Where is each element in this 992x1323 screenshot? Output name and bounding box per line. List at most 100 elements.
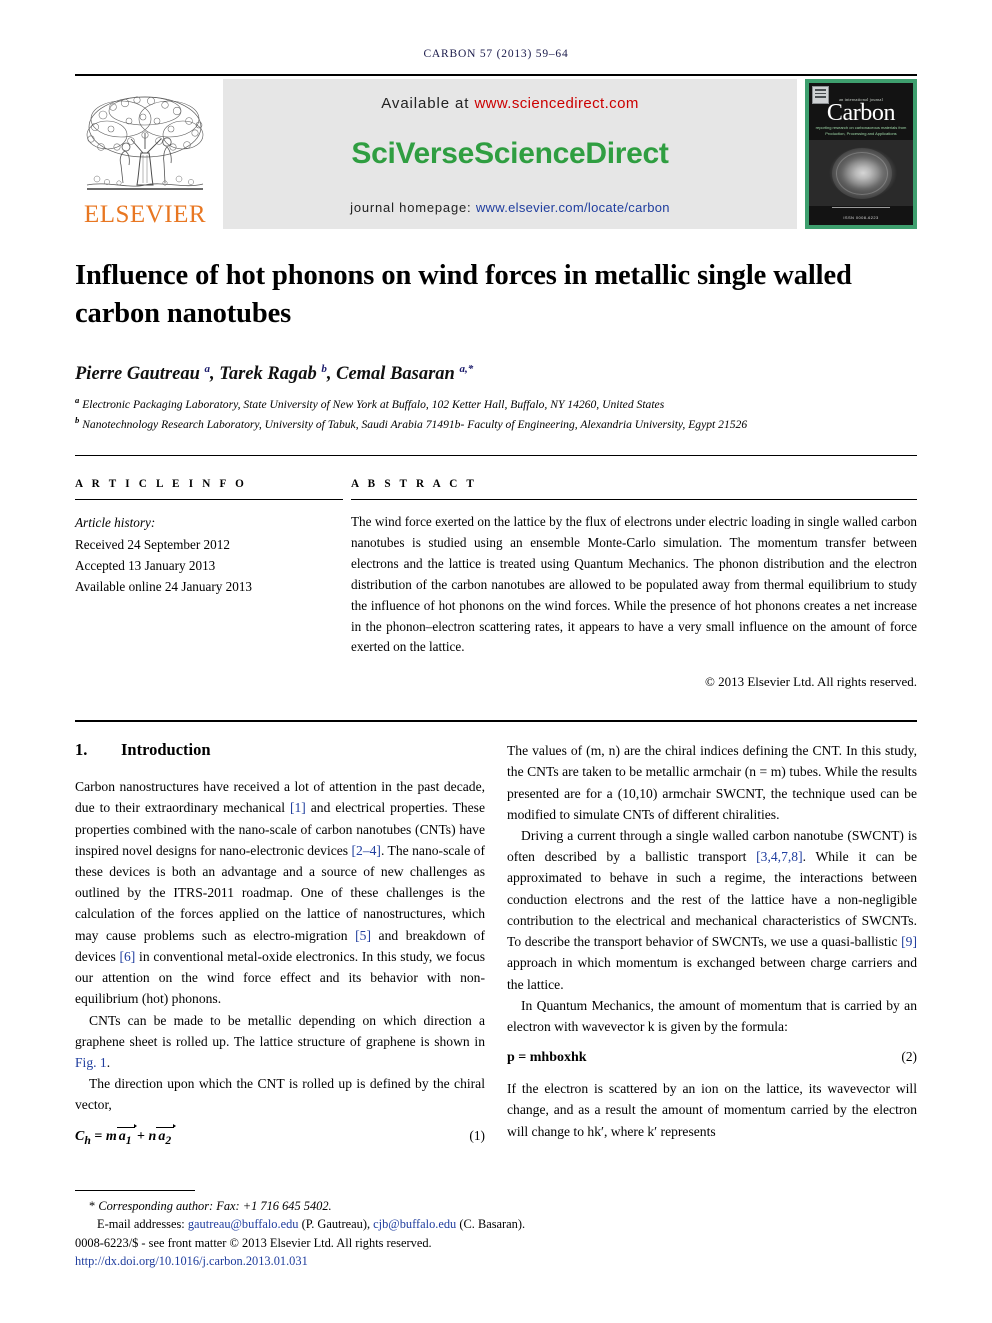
citation-1[interactable]: [1] [290,800,306,815]
sciencedirect-word: ScienceDirect [474,137,669,170]
article-history: Article history: Received 24 September 2… [75,512,343,598]
cover-title: Carbon [826,100,896,126]
cover-strapline: reporting research on carbonaceous mater… [815,125,907,136]
citation-2-4[interactable]: [2–4] [352,843,381,858]
abstract-column: A B S T R A C T The wind force exerted o… [351,478,917,690]
eq1-equals: = [94,1128,103,1144]
body-column-right: The values of (m, n) are the chiral indi… [507,740,917,1146]
abstract-heading: A B S T R A C T [351,478,478,491]
author-list: Pierre Gautreau a, Tarek Ragab b, Cemal … [75,362,474,384]
abstract-rule [351,499,917,501]
eq1-n: n [148,1128,157,1144]
intro-p2-b: . [106,1054,111,1070]
paragraph-intro-1: Carbon nanostructures have received a lo… [75,776,485,1009]
section-number: 1. [75,740,88,760]
email-addresses-line: E-mail addresses: gautreau@buffalo.edu (… [75,1215,917,1234]
eq1-vector-a2: a2 [156,1123,176,1147]
equation-1-number: (1) [469,1127,485,1143]
right-p3-text: In Quantum Mechanics, the amount of mome… [507,997,917,1034]
article-info-rule [75,499,343,501]
eq1-vector-a1: a1 [116,1123,137,1147]
affiliation-b: b Nanotechnology Research Laboratory, Un… [75,414,917,434]
paragraph-right-1: The values of (m, n) are the chiral indi… [507,740,917,825]
affiliation-a: a Electronic Packaging Laboratory, State… [75,394,917,414]
email-addresses-label: E-mail addresses: [97,1217,185,1232]
running-head-volume: 57 (2013) 59–64 [479,48,569,60]
intro-p3-text: The direction upon which the CNT is roll… [75,1076,485,1113]
journal-homepage-label: journal homepage: [350,200,472,215]
journal-cover-thumbnail[interactable]: an international journal Carbon reportin… [805,79,917,229]
eq1-Ch: Ch [75,1128,91,1147]
header-rule [75,74,917,76]
footnote-rule [75,1189,195,1191]
email-name-basaran: (C. Basaran). [459,1217,526,1232]
affiliation-marker-b: b [75,414,80,425]
article-accepted-date: Accepted 13 January 2013 [75,558,216,573]
paragraph-right-2: Driving a current through a single walle… [507,825,917,995]
body-column-left: 1. Introduction Carbon nanostructures hav… [75,740,485,1146]
cover-inner: an international journal Carbon reportin… [809,83,913,225]
paragraph-intro-3: The direction upon which the CNT is roll… [75,1073,485,1115]
elsevier-logo: ELSEVIER [75,79,215,229]
abstract-text: The wind force exerted on the lattice by… [351,514,917,655]
sciencedirect-banner: Available at www.sciencedirect.com SciVe… [223,79,797,229]
page-footer: * Corresponding author: Fax: +1 716 645 … [75,1189,917,1271]
abstract-copyright: © 2013 Elsevier Ltd. All rights reserved… [704,674,917,690]
section-heading-introduction: 1. Introduction [75,740,485,760]
figure-reference-1[interactable]: Fig. 1 [75,1055,107,1070]
info-abstract-region: A R T I C L E I N F O Article history: R… [75,478,917,690]
citation-5[interactable]: [5] [355,928,371,943]
citation-6[interactable]: [6] [119,949,135,964]
journal-masthead: ELSEVIER Available at www.sciencedirect.… [75,79,917,229]
cover-footer-text: ISSN 0008-6223 [843,215,879,220]
citation-9[interactable]: [9] [901,934,917,949]
corresponding-author-text: Corresponding author: Fax: +1 716 645 54… [98,1198,332,1213]
equation-1: Ch = m a1 + n a2 (1) [75,1123,485,1147]
journal-homepage-url[interactable]: www.elsevier.com/locate/carbon [476,200,670,215]
article-history-label: Article history: [75,515,156,531]
paragraph-right-3: In Quantum Mechanics, the amount of mome… [507,995,917,1037]
paper-page: CARBON 57 (2013) 59–64 ELSEVIER Availabl… [0,0,992,1323]
issn-copyright-line: 0008-6223/$ - see front matter © 2013 El… [75,1235,432,1250]
equation-2-expression: p = mhboxhk [507,1050,587,1066]
sciencedirect-url[interactable]: www.sciencedirect.com [474,95,638,112]
eq1-m: m [105,1128,117,1144]
affiliation-b-text: Nanotechnology Research Laboratory, Univ… [82,417,748,431]
running-head: CARBON 57 (2013) 59–64 [75,0,917,60]
sciverse-sciencedirect-logo: SciVerseScienceDirect [351,137,669,171]
affiliation-marker-a: a [75,394,80,405]
article-received-date: Received 24 September 2012 [75,536,230,552]
article-online-date: Available online 24 January 2013 [75,579,253,595]
sciverse-word: SciVerse [351,137,475,170]
page-title: Influence of hot phonons on wind forces … [75,260,852,329]
equation-2-number: (2) [901,1049,917,1065]
affiliation-a-text: Electronic Packaging Laboratory, State U… [82,397,665,411]
email-link-gautreau[interactable]: gautreau@buffalo.edu [188,1217,299,1231]
equation-1-expression: Ch = m a1 + n a2 [75,1123,176,1147]
cover-micrograph-image [809,140,913,206]
title-block-rule [75,455,917,457]
right-p4-text: If the electron is scattered by an ion o… [507,1081,917,1139]
elsevier-wordmark: ELSEVIER [83,201,207,228]
right-p1-text: The values of (m, n) are the chiral indi… [507,743,917,822]
paragraph-right-4: If the electron is scattered by an ion o… [507,1078,917,1142]
doi-link[interactable]: http://dx.doi.org/10.1016/j.carbon.2013.… [75,1252,917,1271]
article-info-heading: A R T I C L E I N F O [75,478,248,491]
section-title: Introduction [121,740,211,760]
intro-p1-e: in conventional metal-oxide electronics.… [75,948,485,1007]
corresponding-author-marker: * [89,1198,96,1213]
journal-homepage-line: journal homepage: www.elsevier.com/locat… [350,200,670,215]
body-top-rule [75,720,917,723]
running-head-journal: CARBON [423,48,477,60]
equation-2: p = mhboxhk (2) [507,1049,917,1066]
cover-divider [831,207,891,208]
eq1-plus: + [137,1128,146,1144]
available-at-label: Available at [381,95,470,112]
email-name-gautreau: (P. Gautreau), [301,1217,371,1232]
corresponding-author-note: * Corresponding author: Fax: +1 716 645 … [75,1197,917,1216]
citation-3-4-7-8[interactable]: [3,4,7,8] [756,849,802,864]
body-columns: 1. Introduction Carbon nanostructures hav… [75,740,917,1146]
paragraph-intro-2: CNTs can be made to be metallic dependin… [75,1010,485,1074]
right-p2-c: approach in which momentum is exchanged … [507,955,917,992]
email-link-basaran[interactable]: cjb@buffalo.edu [373,1217,456,1231]
